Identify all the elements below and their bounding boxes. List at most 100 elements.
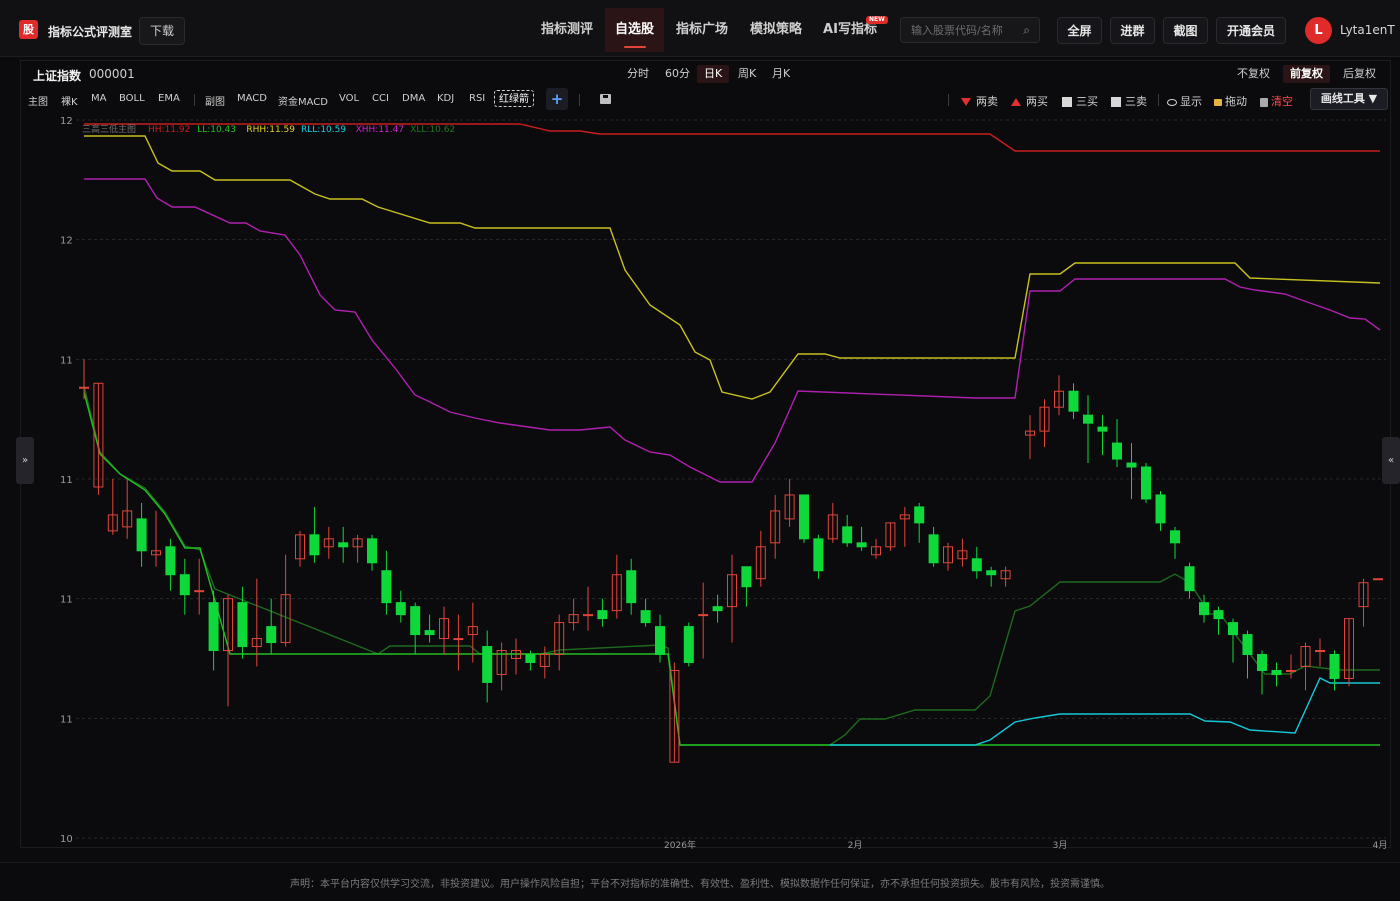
kline-chart[interactable]: 12 12 11 11 11 11 10 2026年 2月 3月 4月 三高三低主图 HH:11.9… — [0, 0, 1400, 860]
candle — [165, 538, 176, 591]
indicator-value: RHH:11.59 — [246, 125, 295, 135]
candle-body — [683, 626, 694, 663]
candle-body — [194, 590, 205, 593]
candle-body — [640, 610, 651, 624]
candle-body — [165, 546, 176, 576]
candle — [237, 586, 248, 659]
candle-body — [583, 614, 593, 617]
y-tick-label: 12 — [60, 236, 73, 247]
candle — [755, 530, 766, 587]
candle — [1083, 395, 1093, 464]
candle — [482, 630, 493, 703]
candle — [1373, 578, 1383, 581]
candle — [1228, 618, 1238, 663]
indicator-value: LL:10.43 — [197, 125, 236, 135]
candle — [367, 534, 377, 571]
candle-body — [338, 542, 349, 548]
candle-body — [525, 654, 536, 663]
candle — [1126, 443, 1137, 499]
candle-body — [367, 538, 377, 564]
candle — [1141, 463, 1151, 503]
candles — [79, 359, 1383, 763]
x-tick-label: 2026年 — [664, 839, 696, 851]
candle — [583, 586, 593, 631]
candle — [395, 590, 406, 623]
candle — [1025, 415, 1035, 460]
y-tick-label: 12 — [60, 116, 73, 127]
candle-body — [79, 386, 89, 389]
candle — [1039, 399, 1050, 448]
candle — [496, 642, 507, 691]
candle — [727, 554, 737, 643]
candle-body — [1155, 494, 1166, 524]
xhh-line — [84, 178, 1381, 483]
candle-body — [1271, 669, 1282, 675]
candle — [957, 538, 968, 567]
candle — [1257, 650, 1267, 695]
candle — [194, 558, 205, 615]
candle-body — [1170, 530, 1180, 544]
candle — [453, 614, 464, 671]
indicator-name: 三高三低主图 — [82, 123, 136, 135]
candle — [136, 502, 147, 567]
candle-body — [395, 602, 406, 616]
candle — [266, 598, 277, 655]
candle — [1300, 642, 1311, 691]
y-tick-label: 11 — [60, 475, 73, 486]
candle-body — [410, 606, 421, 636]
candle — [511, 638, 521, 675]
candle — [1213, 606, 1224, 635]
expand-right-button[interactable]: « — [1382, 437, 1400, 484]
candle-body — [1112, 442, 1122, 460]
candle-body — [971, 558, 982, 572]
x-tick-label: 2月 — [848, 840, 863, 851]
indicator-value: XLL:10.62 — [410, 125, 455, 135]
candle-body — [1329, 654, 1340, 679]
candle-body — [655, 626, 665, 656]
candle — [1358, 578, 1369, 627]
candle — [827, 502, 838, 543]
x-axis-labels: 2026年 2月 3月 4月 — [664, 839, 1387, 851]
x-tick-label: 4月 — [1373, 840, 1388, 851]
candle — [381, 550, 392, 615]
candle — [1170, 526, 1180, 559]
candle — [107, 479, 118, 535]
candle — [352, 534, 363, 563]
candle-body — [1286, 669, 1296, 672]
expand-left-button[interactable]: » — [16, 437, 34, 484]
candle — [439, 606, 449, 655]
candle-body — [1083, 414, 1093, 424]
y-tick-label: 10 — [60, 834, 73, 845]
candle-body — [1257, 654, 1267, 671]
candle — [1184, 562, 1195, 599]
candle — [554, 614, 565, 671]
candle — [122, 479, 133, 539]
indicator-value: HH:11.92 — [148, 125, 190, 135]
candle-body — [1126, 462, 1137, 468]
candle — [568, 598, 579, 631]
indicator-value: RLL:10.59 — [301, 125, 346, 135]
candle — [971, 546, 982, 579]
candle-body — [381, 570, 392, 604]
candle — [338, 526, 349, 563]
candle-body — [1184, 566, 1195, 592]
candle-body — [1242, 634, 1253, 656]
candle — [151, 510, 161, 567]
y-axis-labels: 12 12 11 11 11 11 10 — [60, 116, 73, 845]
candle — [885, 522, 896, 551]
candle-body — [1315, 650, 1325, 653]
x-tick-label: 3月 — [1053, 840, 1068, 851]
candle-body — [842, 526, 853, 544]
candle — [626, 558, 637, 615]
candle — [813, 534, 824, 579]
candle — [871, 538, 881, 559]
candle-body — [813, 538, 824, 572]
candle — [986, 566, 997, 587]
candle-body — [136, 518, 147, 552]
candle-body — [179, 574, 190, 596]
candle — [698, 582, 709, 659]
candle — [770, 494, 781, 559]
candle — [410, 602, 421, 655]
candle — [1242, 630, 1253, 679]
indicator-value: XHH:11.47 — [356, 125, 405, 135]
